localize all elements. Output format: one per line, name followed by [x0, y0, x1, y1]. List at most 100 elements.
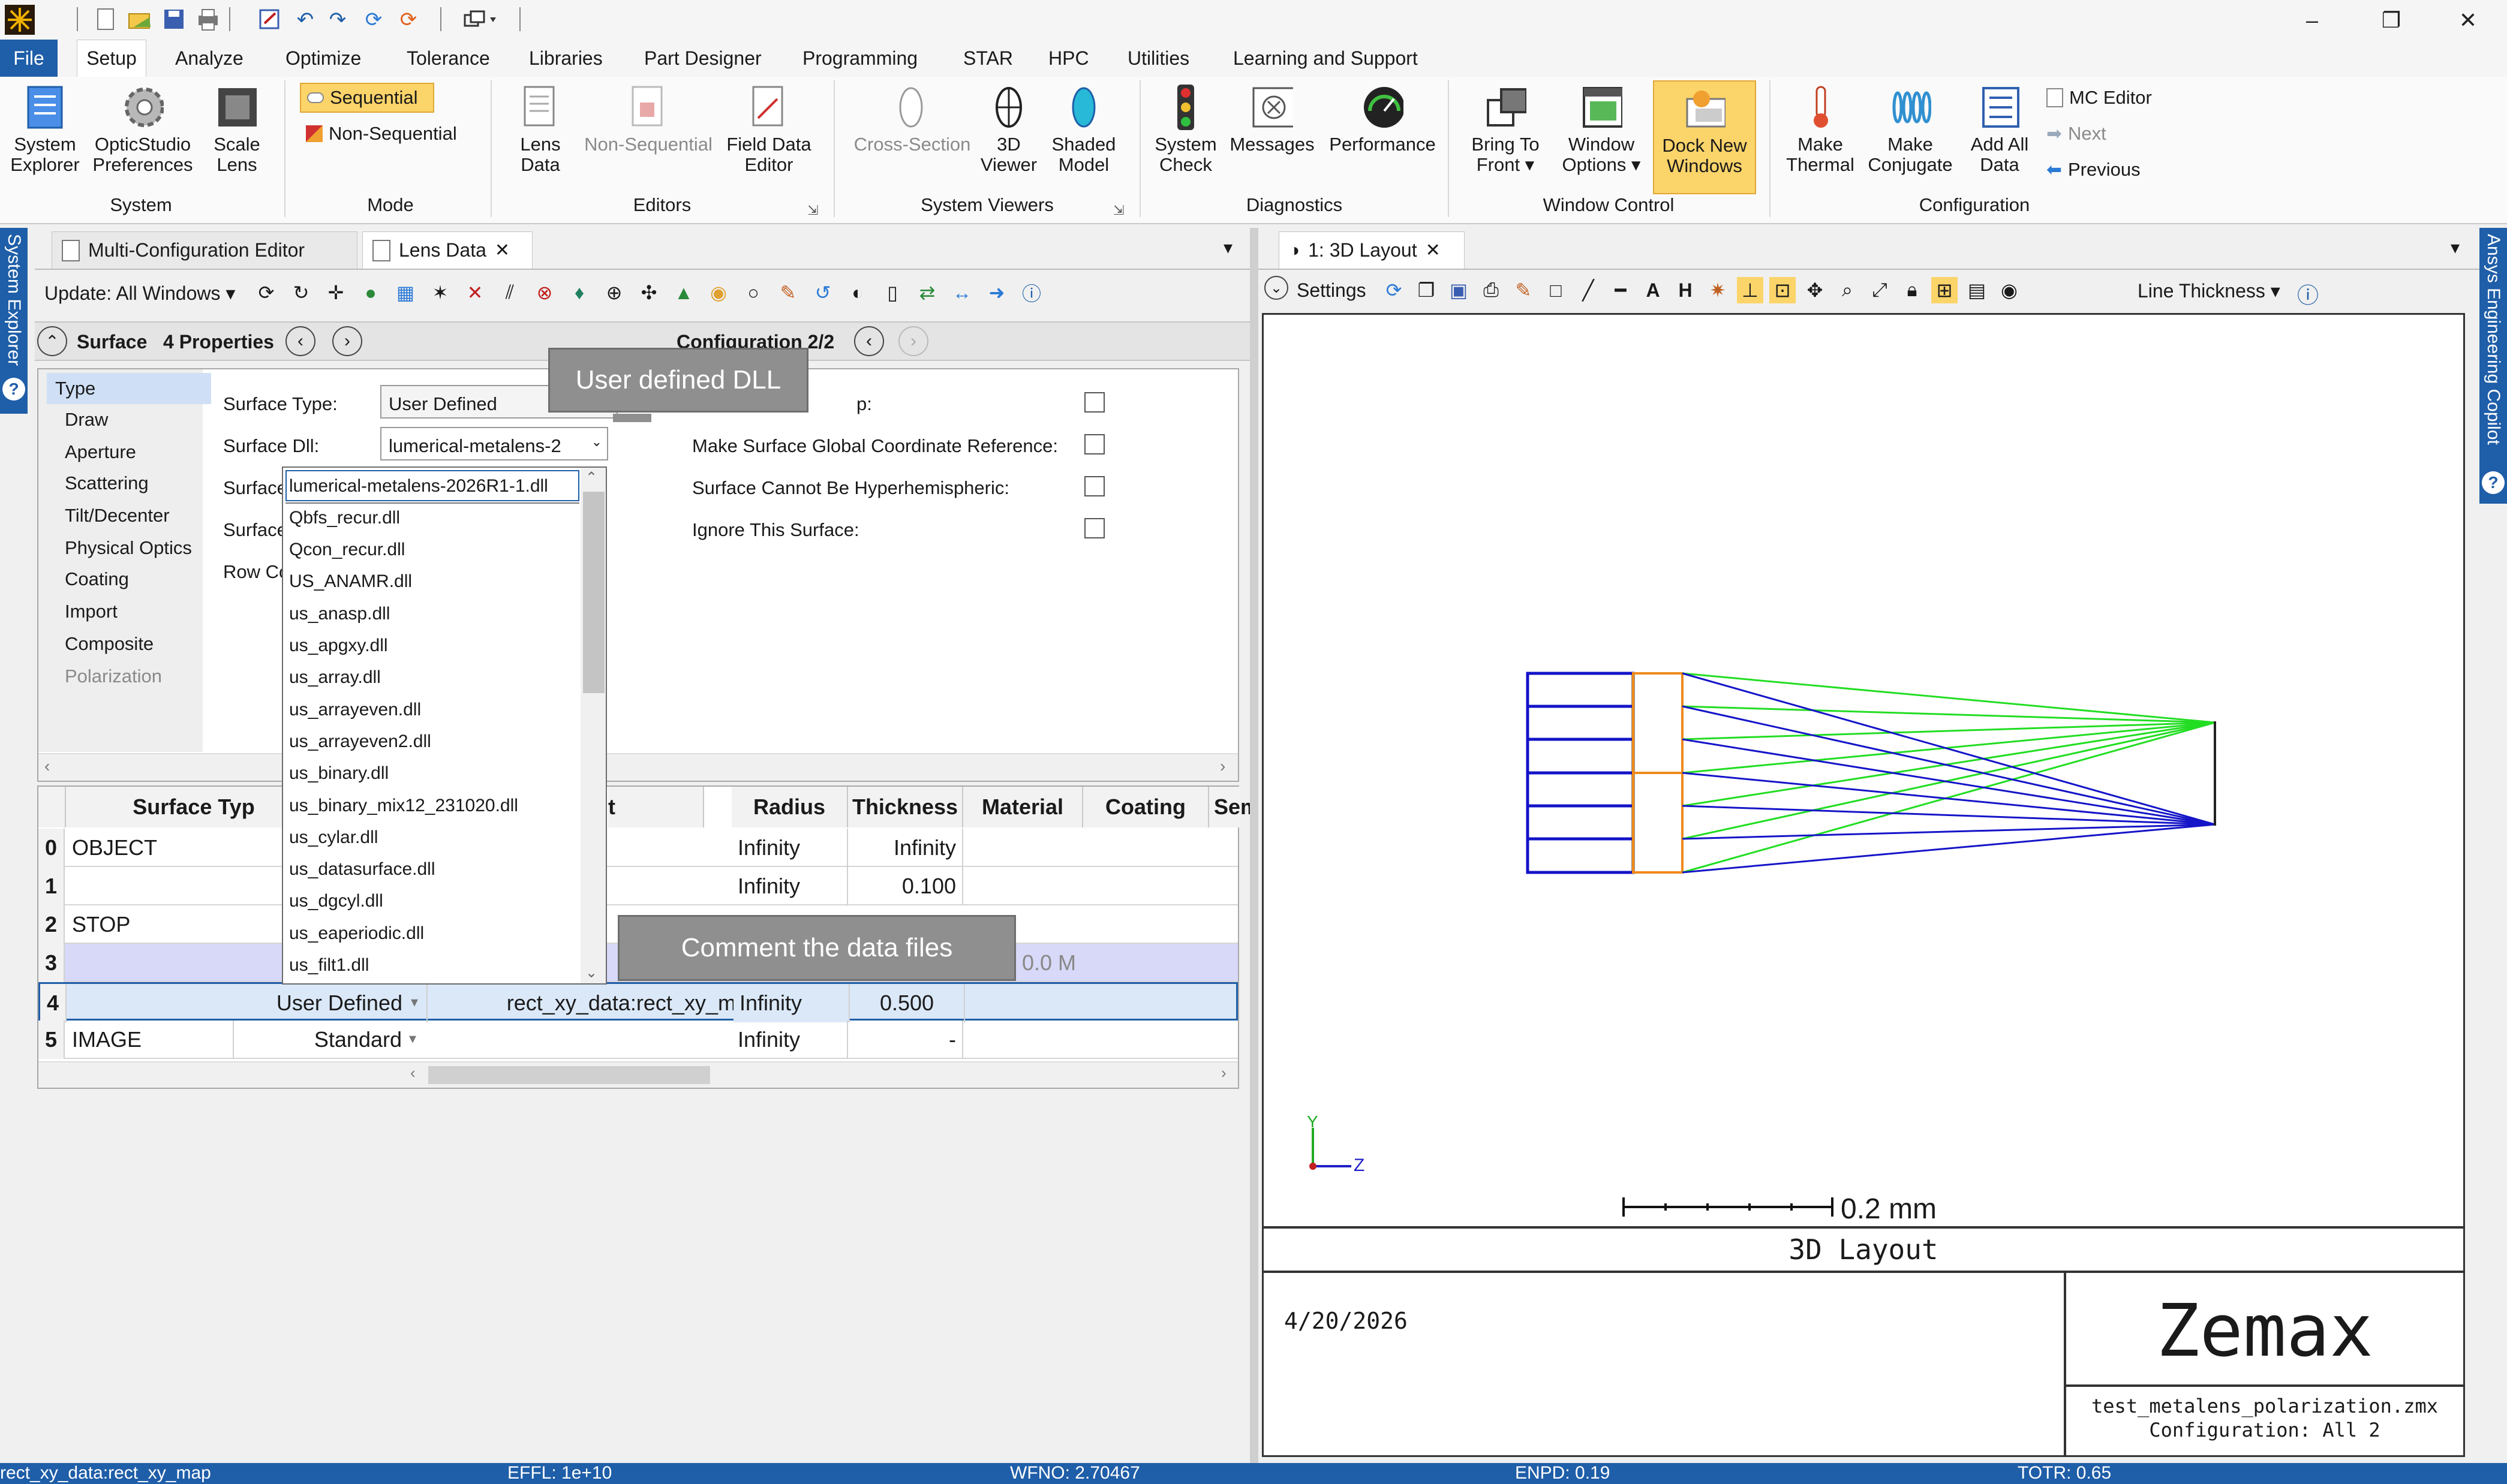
thickness-cell[interactable]: 0.500 [850, 984, 965, 1022]
next-config-button[interactable]: ➡ Next [2046, 119, 2106, 149]
globe-icon[interactable]: ● [357, 279, 384, 306]
lens-icon[interactable]: ♦ [566, 279, 593, 306]
horizontal-scrollbar[interactable] [38, 753, 1238, 781]
update-all-icon[interactable]: ⟳ [395, 6, 422, 34]
scale-lens-button[interactable]: Scale Lens [204, 80, 270, 175]
pencil-icon[interactable]: ✎ [1510, 277, 1537, 303]
crosshair-icon[interactable]: ✛ [323, 279, 349, 306]
collapse-icon[interactable]: ⌃ [37, 326, 67, 356]
radius-cell[interactable]: Infinity [732, 867, 848, 905]
header-material[interactable]: Material [963, 787, 1083, 827]
dock-new-windows-button[interactable]: Dock New Windows [1653, 80, 1756, 194]
global-coordinate-checkbox[interactable] [1084, 434, 1105, 454]
scroll-right-icon[interactable]: › [1220, 757, 1225, 776]
open-file-icon[interactable] [126, 6, 154, 34]
dropdown-scroll-thumb[interactable] [583, 492, 605, 693]
dll-option[interactable]: us_cylar.dll [289, 821, 378, 853]
print-icon[interactable] [194, 6, 222, 34]
header-semi-diameter[interactable]: Semi [1209, 787, 1265, 827]
scroll-left-icon[interactable]: ‹ [410, 1064, 416, 1082]
tab-tolerance[interactable]: Tolerance [401, 40, 496, 77]
category-coating[interactable]: Coating [56, 564, 236, 595]
settings-expand-icon[interactable]: ⌄ [1264, 276, 1288, 300]
3d-viewer-button[interactable]: 3D Viewer [979, 80, 1039, 175]
circle-icon[interactable]: ○ [740, 279, 766, 306]
thickness-cell[interactable]: 0.0 M [1016, 944, 1112, 982]
copy-icon[interactable]: ❐ [1413, 277, 1439, 303]
viewers-launcher-icon[interactable]: ⇲ [1113, 203, 1124, 218]
previous-config-button[interactable]: ⬅ Previous [2046, 155, 2141, 185]
make-conjugate-button[interactable]: Make Conjugate [1865, 80, 1955, 175]
table-row-selected[interactable]: 4 User Defined ▾ rect_xy_data:rect_xy_ma… [38, 982, 1238, 1022]
dll-option[interactable]: us_array.dll [289, 662, 381, 694]
new-file-icon[interactable] [92, 6, 120, 34]
bring-to-front-button[interactable]: Bring To Front ▾ [1459, 80, 1552, 175]
non-sequential-mode-button[interactable]: Non-Sequential [306, 119, 457, 149]
category-tilt-decenter[interactable]: Tilt/Decenter [56, 500, 236, 531]
refresh-icon[interactable]: ⟳ [253, 279, 279, 306]
redo-icon[interactable]: ↷ [324, 6, 351, 34]
minimize-button[interactable]: – [2279, 4, 2345, 37]
opticstudio-preferences-button[interactable]: OpticStudio Preferences [88, 80, 198, 175]
dll-option[interactable]: lumerical-metalens-2026R1-1.dll [289, 470, 548, 502]
dll-option[interactable]: us_anasp.dll [289, 598, 390, 630]
axis-icon[interactable]: ⊕ [601, 279, 627, 306]
remove-icon[interactable]: ⊗ [531, 279, 558, 306]
dll-option[interactable]: us_binary.dll [289, 758, 389, 790]
help-icon[interactable]: ? [2, 378, 25, 401]
tab-lens-data[interactable]: Lens Data ✕ [362, 231, 533, 269]
dll-option[interactable]: Qbfs_recur.dll [289, 502, 400, 534]
pen-icon[interactable]: ✎ [775, 279, 801, 306]
pane-splitter[interactable] [1250, 228, 1258, 1463]
mc-editor-button[interactable]: MC Editor [2046, 83, 2152, 113]
3d-layout-plot[interactable]: Y Z 0.2 mm 3D Layout 4/20/2026 Zemax tes… [1262, 313, 2465, 1457]
table-row[interactable]: 0 OBJECT Infinity Infinity [38, 829, 1238, 867]
close-tab-icon[interactable]: ✕ [495, 240, 510, 261]
zoom-window-icon[interactable]: ⊡ [1769, 277, 1796, 303]
dll-option[interactable]: us_dgcyl.dll [289, 886, 383, 917]
chevron-down-icon[interactable]: ▾ [409, 1030, 416, 1047]
pan-icon[interactable]: ✥ [1802, 277, 1828, 303]
ray-tool-icon[interactable]: ✶ [427, 279, 453, 306]
header-coating[interactable]: Coating [1083, 787, 1209, 827]
thickness-cell[interactable]: 0.100 [848, 867, 963, 905]
non-sequential-editor-button[interactable]: Non-Sequential [579, 80, 717, 155]
make-thermal-button[interactable]: Make Thermal [1778, 80, 1863, 175]
header-radius[interactable]: Radius [732, 787, 848, 827]
prev-config-button[interactable]: ‹ [854, 326, 884, 356]
surface-name[interactable]: IMAGE [66, 1021, 234, 1059]
category-import[interactable]: Import [56, 596, 236, 627]
radius-cell[interactable]: Infinity [732, 829, 848, 867]
tab-utilities[interactable]: Utilities [1122, 40, 1195, 77]
thickness-cell[interactable]: Infinity [848, 829, 963, 867]
update-icon[interactable]: ↻ [288, 279, 314, 306]
scroll-up-icon[interactable]: ⌃ [585, 469, 597, 486]
hyperhemispheric-checkbox[interactable] [1084, 476, 1105, 496]
tab-learning-support[interactable]: Learning and Support [1227, 40, 1424, 77]
category-polarization[interactable]: Polarization [56, 661, 236, 692]
color-wheel-icon[interactable]: ◉ [705, 279, 732, 306]
print-icon[interactable]: ⎙ [1478, 277, 1504, 303]
close-tab-icon[interactable]: ✕ [1426, 240, 1441, 261]
shaded-model-button[interactable]: Shaded Model [1044, 80, 1124, 175]
category-type[interactable]: Type [47, 373, 211, 404]
checkbox-hidden-option[interactable] [1084, 392, 1105, 413]
dll-option[interactable]: US_ANAMR.dll [289, 566, 412, 598]
zoom-icon[interactable]: ⌕ [1834, 277, 1860, 303]
window-options-button[interactable]: Window Options ▾ [1555, 80, 1648, 175]
tab-analyze[interactable]: Analyze [169, 40, 250, 77]
scroll-down-icon[interactable]: ⌄ [585, 964, 597, 982]
scroll-right-icon[interactable]: › [1221, 1064, 1227, 1082]
dll-option[interactable]: Qcon_recur.dll [289, 534, 405, 566]
radius-cell[interactable]: Infinity [732, 1021, 848, 1059]
grid-layout-icon[interactable]: ⊞ [1931, 277, 1958, 303]
add-all-data-button[interactable]: Add All Data [1958, 80, 2042, 175]
radius-cell[interactable]: Infinity [734, 984, 850, 1022]
undo-icon[interactable]: ↶ [291, 6, 319, 34]
performance-button[interactable]: Performance [1319, 80, 1445, 155]
save-icon[interactable] [161, 6, 188, 34]
restore-button[interactable]: ❐ [2358, 4, 2424, 37]
layout-menu-icon[interactable] [459, 6, 501, 34]
surface-dll-select[interactable]: lumerical-metalens-2 ⌄ [380, 427, 608, 460]
tab-multi-configuration-editor[interactable]: Multi-Configuration Editor [52, 231, 357, 269]
